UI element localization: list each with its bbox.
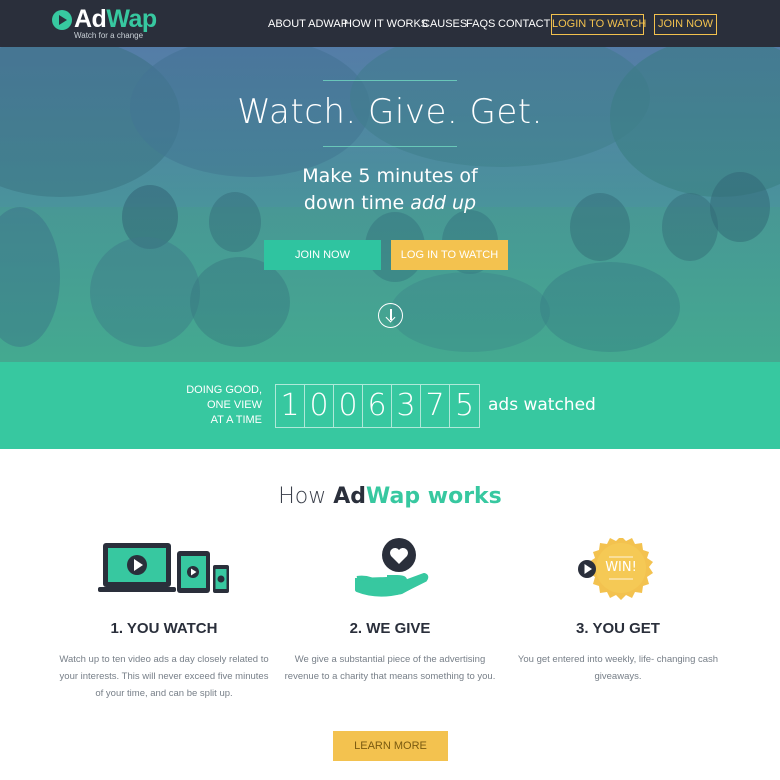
counter-tagline-line1: DOING GOOD,	[186, 384, 262, 396]
hand-heart-icon	[277, 538, 503, 600]
hero-divider-bottom	[323, 146, 457, 147]
step-description: You get entered into weekly, life- chang…	[517, 654, 719, 682]
ads-counter: 1 0 0 6 3 7 5	[275, 384, 480, 428]
hero-login-button[interactable]: LOG IN TO WATCH	[391, 240, 508, 270]
hero-join-button[interactable]: JOIN NOW	[264, 240, 381, 270]
win-badge-icon: WIN!	[505, 536, 731, 600]
counter-digit: 5	[454, 388, 475, 423]
step-heading: 1. YOU WATCH	[110, 620, 218, 637]
hero-subtitle-plain: down time	[303, 192, 411, 214]
nav-link-about[interactable]: ABOUT ADWAP	[268, 18, 348, 30]
counter-tagline-line2: ONE VIEW	[206, 399, 262, 411]
step-description: We give a substantial piece of the adver…	[284, 654, 496, 682]
counter-digit: 0	[305, 385, 334, 427]
how-title-prefix: How	[278, 484, 334, 509]
counter-tagline-line3: AT A TIME	[210, 414, 262, 426]
step-description: Watch up to ten video ads a day closely …	[59, 654, 269, 699]
hero-subtitle-line2: down time add up	[0, 190, 780, 217]
learn-more-button[interactable]: LEARN MORE	[333, 731, 448, 761]
play-icon	[52, 10, 72, 30]
logo-wap: Wap	[106, 5, 157, 33]
logo-ad: Ad	[74, 5, 107, 33]
hero-section: Watch. Give. Get. Make 5 minutes of down…	[0, 47, 780, 362]
hero-subtitle-emphasis: add up	[410, 192, 477, 214]
step-heading: 3. YOU GET	[576, 620, 660, 637]
top-navbar: AdWap Watch for a change ABOUT ADWAP HOW…	[0, 0, 780, 47]
hero-subtitle-line1: Make 5 minutes of	[302, 165, 478, 187]
step-we-give: 2. WE GIVE We give a substantial piece o…	[277, 538, 503, 685]
how-it-works-title: How AdWap works	[0, 484, 780, 509]
hero-title: Watch. Give. Get.	[237, 92, 543, 132]
how-title-wap: Wap works	[366, 484, 502, 509]
nav-link-faqs[interactable]: FAQS	[466, 18, 495, 30]
logo-tagline: Watch for a change	[74, 31, 144, 40]
nav-login-button[interactable]: LOGIN TO WATCH	[551, 14, 646, 35]
counter-tagline: DOING GOOD, ONE VIEW AT A TIME	[170, 383, 262, 428]
scroll-down-arrow-icon[interactable]	[378, 303, 403, 328]
nav-link-causes[interactable]: CAUSES	[422, 18, 467, 30]
ads-counter-band: DOING GOOD, ONE VIEW AT A TIME 1 0 0 6 3…	[0, 362, 780, 449]
nav-link-how-it-works[interactable]: HOW IT WORKS	[344, 18, 428, 30]
counter-digit: 6	[363, 385, 392, 427]
counter-digit: 1	[276, 385, 305, 427]
hero-divider-top	[323, 80, 457, 81]
devices-icon	[51, 538, 277, 600]
counter-digit: 7	[421, 385, 450, 427]
logo-wordmark: AdWap	[74, 5, 157, 34]
counter-digit: 0	[334, 385, 363, 427]
win-badge-label: WIN!	[605, 560, 637, 575]
step-you-get: WIN! 3. YOU GET You get entered into wee…	[505, 536, 731, 685]
how-title-ad: Ad	[333, 484, 367, 509]
hero-subtitle: Make 5 minutes of down time add up	[0, 163, 780, 217]
step-heading: 2. WE GIVE	[349, 620, 431, 637]
adwap-logo[interactable]: AdWap Watch for a change	[52, 5, 172, 42]
nav-link-contact[interactable]: CONTACT	[498, 18, 550, 30]
counter-digit: 3	[392, 385, 421, 427]
nav-join-button[interactable]: JOIN NOW	[654, 14, 717, 35]
step-you-watch: 1. YOU WATCH Watch up to ten video ads a…	[51, 538, 277, 702]
counter-suffix: ads watched	[488, 395, 596, 415]
